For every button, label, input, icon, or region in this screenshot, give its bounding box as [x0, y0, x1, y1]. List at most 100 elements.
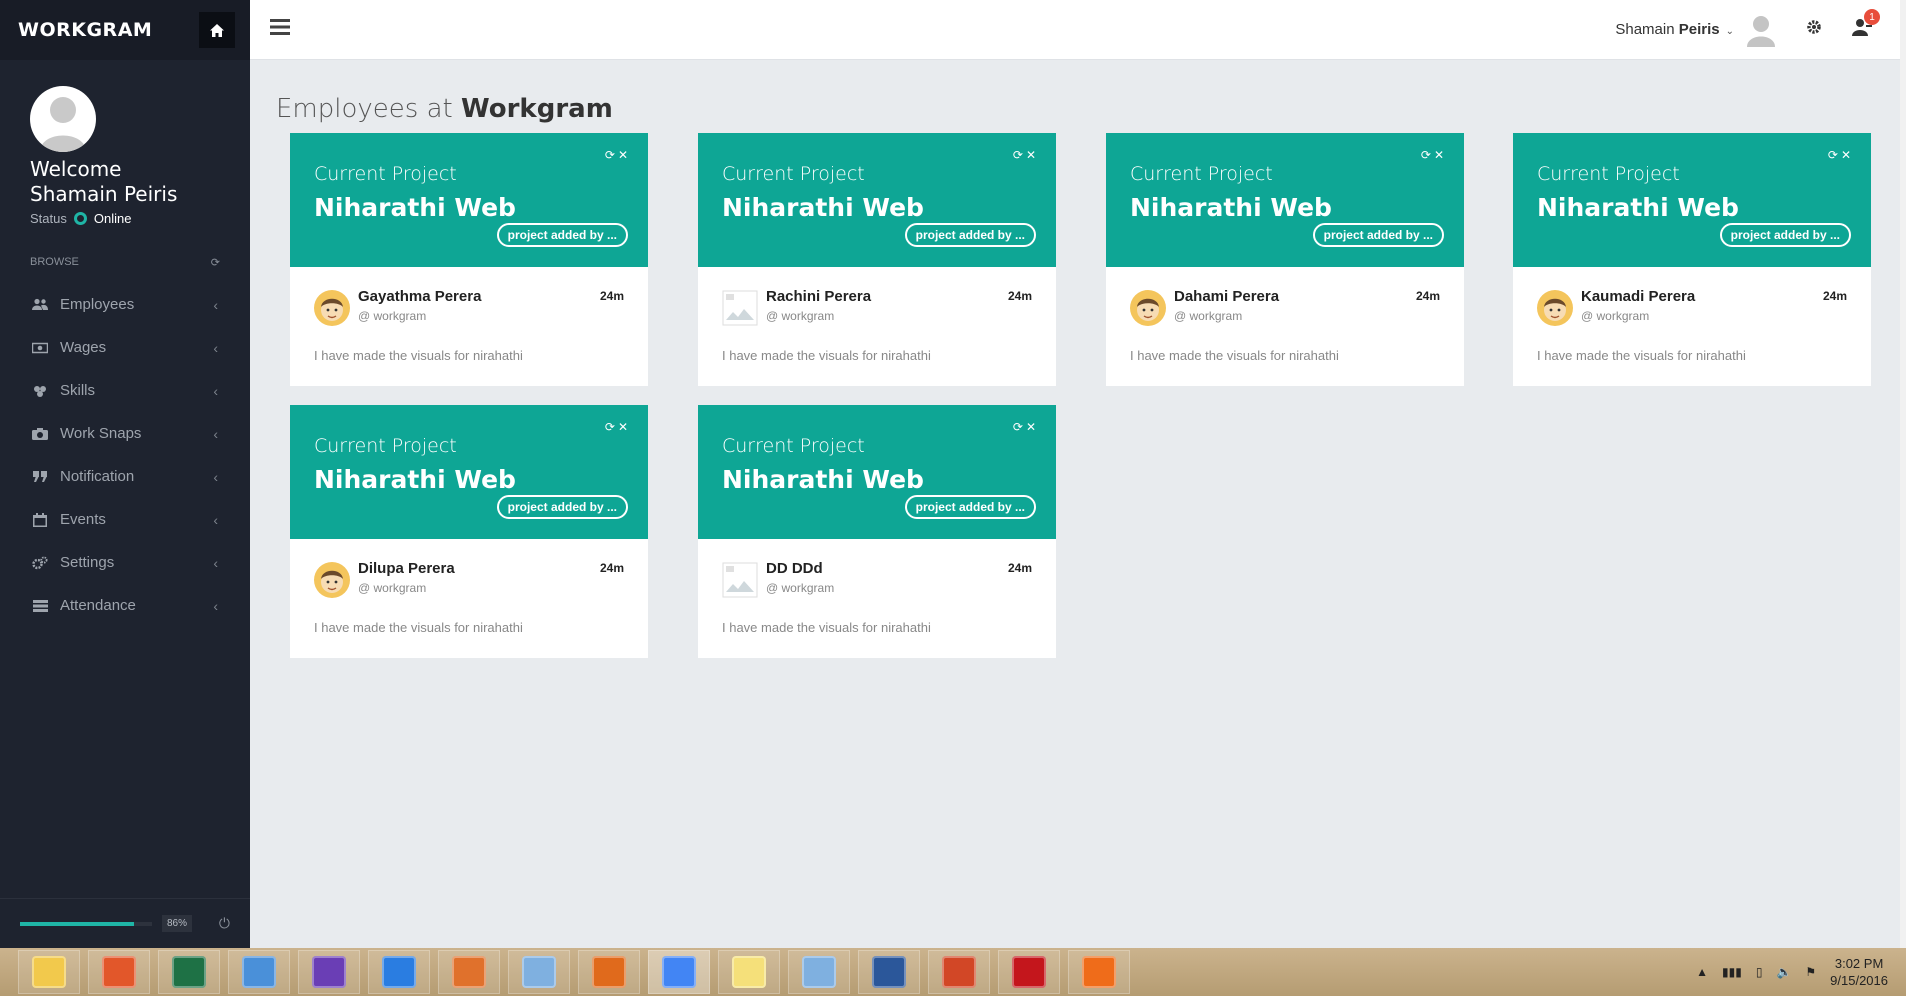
user-avatar-icon[interactable] [1746, 13, 1776, 47]
battery-icon[interactable]: ▯ [1756, 965, 1763, 979]
sidebar-item-skills[interactable]: Skills ‹ [0, 369, 250, 412]
card-header-label: Current Project [314, 435, 457, 457]
notifications-button[interactable]: 1 [1852, 9, 1880, 41]
network-icon[interactable]: ▮▮▮ [1722, 965, 1742, 979]
refresh-icon[interactable]: ⟳ [1013, 148, 1023, 162]
page-title: Employees at Workgram [276, 94, 613, 124]
employee-name[interactable]: Kaumadi Perera [1581, 288, 1695, 305]
user-menu[interactable]: Shamain Peiris ⌄ [1615, 21, 1734, 38]
sidebar-item-notification[interactable]: Notification ‹ [0, 455, 250, 498]
taskbar-app-powerpoint[interactable] [928, 950, 990, 994]
refresh-icon[interactable]: ⟳ [605, 148, 615, 162]
taskbar-app-internet-explorer[interactable] [368, 950, 430, 994]
chevron-left-icon: ‹ [213, 554, 218, 571]
topbar: Shamain Peiris ⌄ 1 [250, 0, 1900, 60]
card-project-name: Niharathi Web [722, 193, 924, 222]
taskbar-app-word[interactable] [858, 950, 920, 994]
internet-explorer-icon [382, 956, 416, 988]
employee-avatar[interactable] [722, 562, 758, 598]
sidebar-item-label: Notification [60, 468, 135, 485]
taskbar-app-virtualbox-2[interactable] [788, 950, 850, 994]
taskbar-app-firefox-dev[interactable] [88, 950, 150, 994]
refresh-icon[interactable]: ⟳ [1828, 148, 1838, 162]
employee-name[interactable]: Dilupa Perera [358, 560, 455, 577]
taskbar-app-visual-studio[interactable] [298, 950, 360, 994]
flag-icon[interactable]: ⚑ [1805, 965, 1816, 979]
firefox-dev-icon [102, 956, 136, 988]
notification-badge: 1 [1864, 9, 1880, 25]
status-dot-icon [73, 212, 87, 225]
post-text: I have made the visuals for nirahathi [1537, 348, 1746, 363]
employee-name[interactable]: Gayathma Perera [358, 288, 481, 305]
sidebar-item-attendance[interactable]: Attendance ‹ [0, 584, 250, 627]
refresh-icon[interactable]: ⟳ [1421, 148, 1431, 162]
card-header-label: Current Project [1130, 163, 1273, 185]
project-added-by-button[interactable]: project added by ... [1719, 223, 1851, 247]
taskbar-app-sticky-notes[interactable] [718, 950, 780, 994]
sidebar-item-work-snaps[interactable]: Work Snaps ‹ [0, 412, 250, 455]
avatar [30, 86, 96, 152]
taskbar-app-chrome[interactable] [648, 950, 710, 994]
refresh-icon[interactable]: ⟳ [211, 256, 220, 269]
post-text: I have made the visuals for nirahathi [314, 348, 523, 363]
project-added-by-button[interactable]: project added by ... [1312, 223, 1444, 247]
employee-handle: @ workgram [766, 581, 835, 595]
employee-avatar[interactable] [314, 290, 350, 326]
taskbar-app-acrobat[interactable] [998, 950, 1060, 994]
quote-icon [32, 469, 48, 485]
sidebar-item-label: Events [60, 511, 106, 528]
card-tools: ⟳ ✕ [1421, 148, 1444, 162]
taskbar-app-firefox[interactable] [578, 950, 640, 994]
close-icon[interactable]: ✕ [1026, 148, 1036, 162]
volume-icon[interactable]: 🔈 [1776, 965, 1791, 979]
project-added-by-button[interactable]: project added by ... [496, 223, 628, 247]
close-icon[interactable]: ✕ [618, 420, 628, 434]
excel-icon [172, 956, 206, 988]
close-icon[interactable]: ✕ [1841, 148, 1851, 162]
money-icon [32, 340, 48, 356]
close-icon[interactable]: ✕ [618, 148, 628, 162]
project-added-by-button[interactable]: project added by ... [904, 495, 1036, 519]
user-first-name: Shamain [1615, 21, 1675, 38]
tray-expand-icon[interactable]: ▲ [1696, 965, 1708, 979]
project-added-by-button[interactable]: project added by ... [904, 223, 1036, 247]
close-icon[interactable]: ✕ [1026, 420, 1036, 434]
refresh-icon[interactable]: ⟳ [605, 420, 615, 434]
sidebar: WORKGRAM Welcome Shamain Peiris Status O… [0, 0, 250, 948]
employee-name[interactable]: DD DDd [766, 560, 834, 577]
employee-avatar[interactable] [722, 290, 758, 326]
employee-avatar[interactable] [1537, 290, 1573, 326]
home-icon [210, 23, 224, 37]
taskbar-app-excel[interactable] [158, 950, 220, 994]
menu-toggle-button[interactable] [270, 19, 290, 40]
progress-fill [20, 921, 134, 926]
close-icon[interactable]: ✕ [1434, 148, 1444, 162]
employee-handle: @ workgram [358, 309, 427, 323]
page-scrollbar[interactable] [1900, 0, 1906, 948]
taskbar-app-paint[interactable] [438, 950, 500, 994]
sidebar-item-label: Employees [60, 296, 135, 313]
project-added-by-button[interactable]: project added by ... [496, 495, 628, 519]
card-body: Rachini Perera @ workgram 24m I have made t… [698, 267, 1056, 363]
sidebar-item-wages[interactable]: Wages ‹ [0, 326, 250, 369]
employee-avatar[interactable] [314, 562, 350, 598]
taskbar-app-xampp[interactable] [1068, 950, 1130, 994]
home-button[interactable] [199, 12, 235, 48]
taskbar-app-notepad[interactable] [228, 950, 290, 994]
xampp-icon [1082, 956, 1116, 988]
employee-name[interactable]: Dahami Perera [1174, 288, 1279, 305]
sidebar-item-settings[interactable]: Settings ‹ [0, 541, 250, 584]
employee-avatar[interactable] [1130, 290, 1166, 326]
settings-button[interactable] [1806, 19, 1822, 40]
brand-logo[interactable]: WORKGRAM [18, 19, 152, 41]
refresh-icon[interactable]: ⟳ [1013, 420, 1023, 434]
word-icon [872, 956, 906, 988]
sidebar-item-employees[interactable]: Employees ‹ [0, 283, 250, 326]
power-icon[interactable]: ⏻ [219, 915, 230, 932]
visual-studio-icon [312, 956, 346, 988]
taskbar-app-file-explorer[interactable] [18, 950, 80, 994]
employee-name[interactable]: Rachini Perera [766, 288, 871, 305]
taskbar-app-virtualbox[interactable] [508, 950, 570, 994]
sidebar-item-events[interactable]: Events ‹ [0, 498, 250, 541]
taskbar-clock[interactable]: 3:02 PM 9/15/2016 [1830, 955, 1888, 989]
